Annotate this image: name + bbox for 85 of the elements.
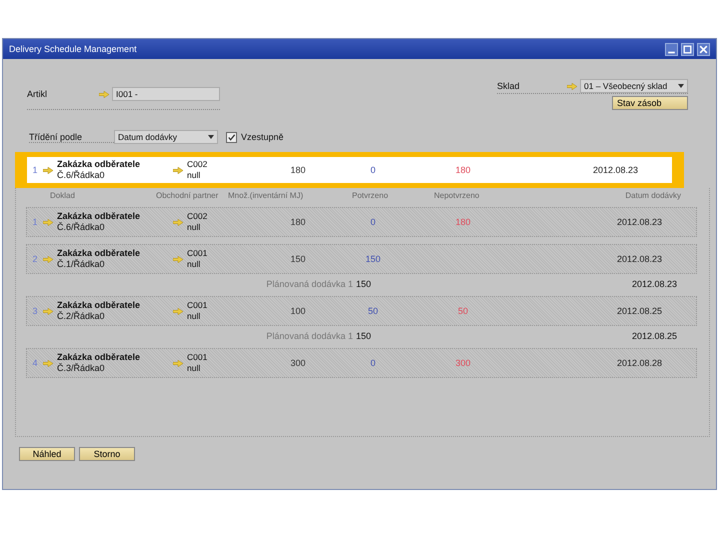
column-header: Obchodní partner [156,191,218,202]
link-arrow-icon[interactable] [43,256,53,262]
column-header: Množ.(inventární MJ) [228,191,304,202]
column-header: Doklad [50,191,75,202]
schedule-row[interactable]: 3 Zakázka odběratele Č.2/Řádka0 C001 null 100 50 50 2012.08.25 [26,296,697,326]
planned-quantity: 150 [356,331,372,341]
unconfirmed-quantity: 300 [454,358,472,368]
partner-name: null [187,311,202,322]
quantity: 180 [289,165,307,175]
maximize-icon[interactable] [681,42,694,56]
delivery-date: 2012.08.23 [592,165,639,175]
unconfirmed-quantity: 50 [456,306,469,316]
warehouse-dropdown[interactable]: 01 – Všeobecný sklad [580,79,688,93]
planned-date: 2012.08.23 [630,279,678,289]
partner-code: C002 [187,159,208,170]
document-type: Zakázka odběratele [57,248,142,259]
partner-code: C001 [187,300,208,311]
document-number: Č.3/Řádka0 [57,363,106,374]
quantity: 100 [289,306,307,316]
field-label: Sklad [497,81,521,91]
partner-code: C001 [187,352,208,363]
quantity: 300 [289,358,307,368]
cancel-button[interactable]: Storno [79,447,135,461]
document-type: Zakázka odběratele [57,300,142,311]
checkbox[interactable] [226,132,237,142]
planned-quantity: 150 [356,279,372,289]
partner-name: null [187,222,202,233]
confirmed-quantity: 150 [364,254,382,264]
preview-button[interactable]: Náhled [19,447,75,461]
link-arrow-icon[interactable] [173,308,183,314]
document-type: Zakázka odběratele [57,159,142,170]
planned-date: 2012.08.25 [630,331,678,341]
column-header: Nepotvrzeno [434,191,480,202]
close-icon[interactable] [697,42,710,56]
document-number: Č.2/Řádka0 [57,311,106,322]
column-header: Datum dodávky [625,191,682,202]
link-arrow-icon[interactable] [173,256,183,262]
planned-delivery-label: Plánovaná dodávka 1 [265,279,354,289]
schedule-row[interactable]: 1 Zakázka odběratele Č.6/Řádka0 C002 null 180 0 180 2012.08.23 [26,207,697,237]
delivery-date: 2012.08.23 [616,254,663,264]
unconfirmed-quantity: 180 [454,165,472,175]
caret-icon[interactable] [208,135,214,139]
document-number: Č.1/Řádka0 [57,259,106,270]
sort-dropdown[interactable]: Datum dodávky [114,130,218,144]
link-arrow-icon[interactable] [43,360,53,366]
schedule-row[interactable]: 4 Zakázka odběratele Č.3/Řádka0 C001 null 300 0 300 2012.08.28 [26,348,697,378]
link-arrow-icon[interactable] [99,90,109,98]
partner-code: C002 [187,211,208,222]
article-field[interactable]: I001 - [112,87,220,101]
confirmed-quantity: 0 [369,217,376,227]
document-type: Zakázka odběratele [57,211,142,222]
window-title: Delivery Schedule Management [9,44,137,54]
row-number[interactable]: 1 [27,165,43,175]
column-header: Potvrzeno [352,191,388,202]
confirmed-quantity: 0 [369,358,376,368]
confirmed-quantity: 50 [366,306,379,316]
stock-button[interactable]: Stav zásob [612,96,688,110]
delivery-date: 2012.08.23 [616,217,663,227]
confirmed-quantity: 0 [369,165,376,175]
partner-name: null [187,170,202,181]
minimize-icon[interactable] [665,42,678,56]
link-arrow-icon[interactable] [173,360,183,366]
selected-row[interactable]: 1 Zakázka odběratele Č.6/Řádka0 C002 null 180 0 180 2012.08.23 [27,157,672,183]
checkbox-label: Vzestupně [241,132,284,142]
quantity: 180 [289,217,307,227]
schedule-row[interactable]: 2 Zakázka odběratele Č.1/Řádka0 C001 null 150 150 2012.08.23 [26,244,697,274]
quantity: 150 [289,254,307,264]
field-label: Artikl [27,89,48,99]
link-arrow-icon[interactable] [173,218,183,226]
partner-name: null [187,259,202,270]
document-number: Č.6/Řádka0 [57,170,106,181]
link-arrow-icon[interactable] [43,218,53,226]
document-type: Zakázka odběratele [57,352,142,363]
caret-icon[interactable] [678,84,684,88]
delivery-date: 2012.08.25 [616,306,663,316]
link-arrow-icon[interactable] [173,166,183,174]
planned-delivery-label: Plánovaná dodávka 1 [265,331,354,341]
link-arrow-icon[interactable] [43,166,53,174]
link-arrow-icon[interactable] [43,308,53,314]
partner-name: null [187,363,202,374]
unconfirmed-quantity: 180 [454,217,472,227]
partner-code: C001 [187,248,208,259]
link-arrow-icon[interactable] [567,82,577,90]
document-number: Č.6/Řádka0 [57,222,106,233]
delivery-date: 2012.08.28 [616,358,663,368]
